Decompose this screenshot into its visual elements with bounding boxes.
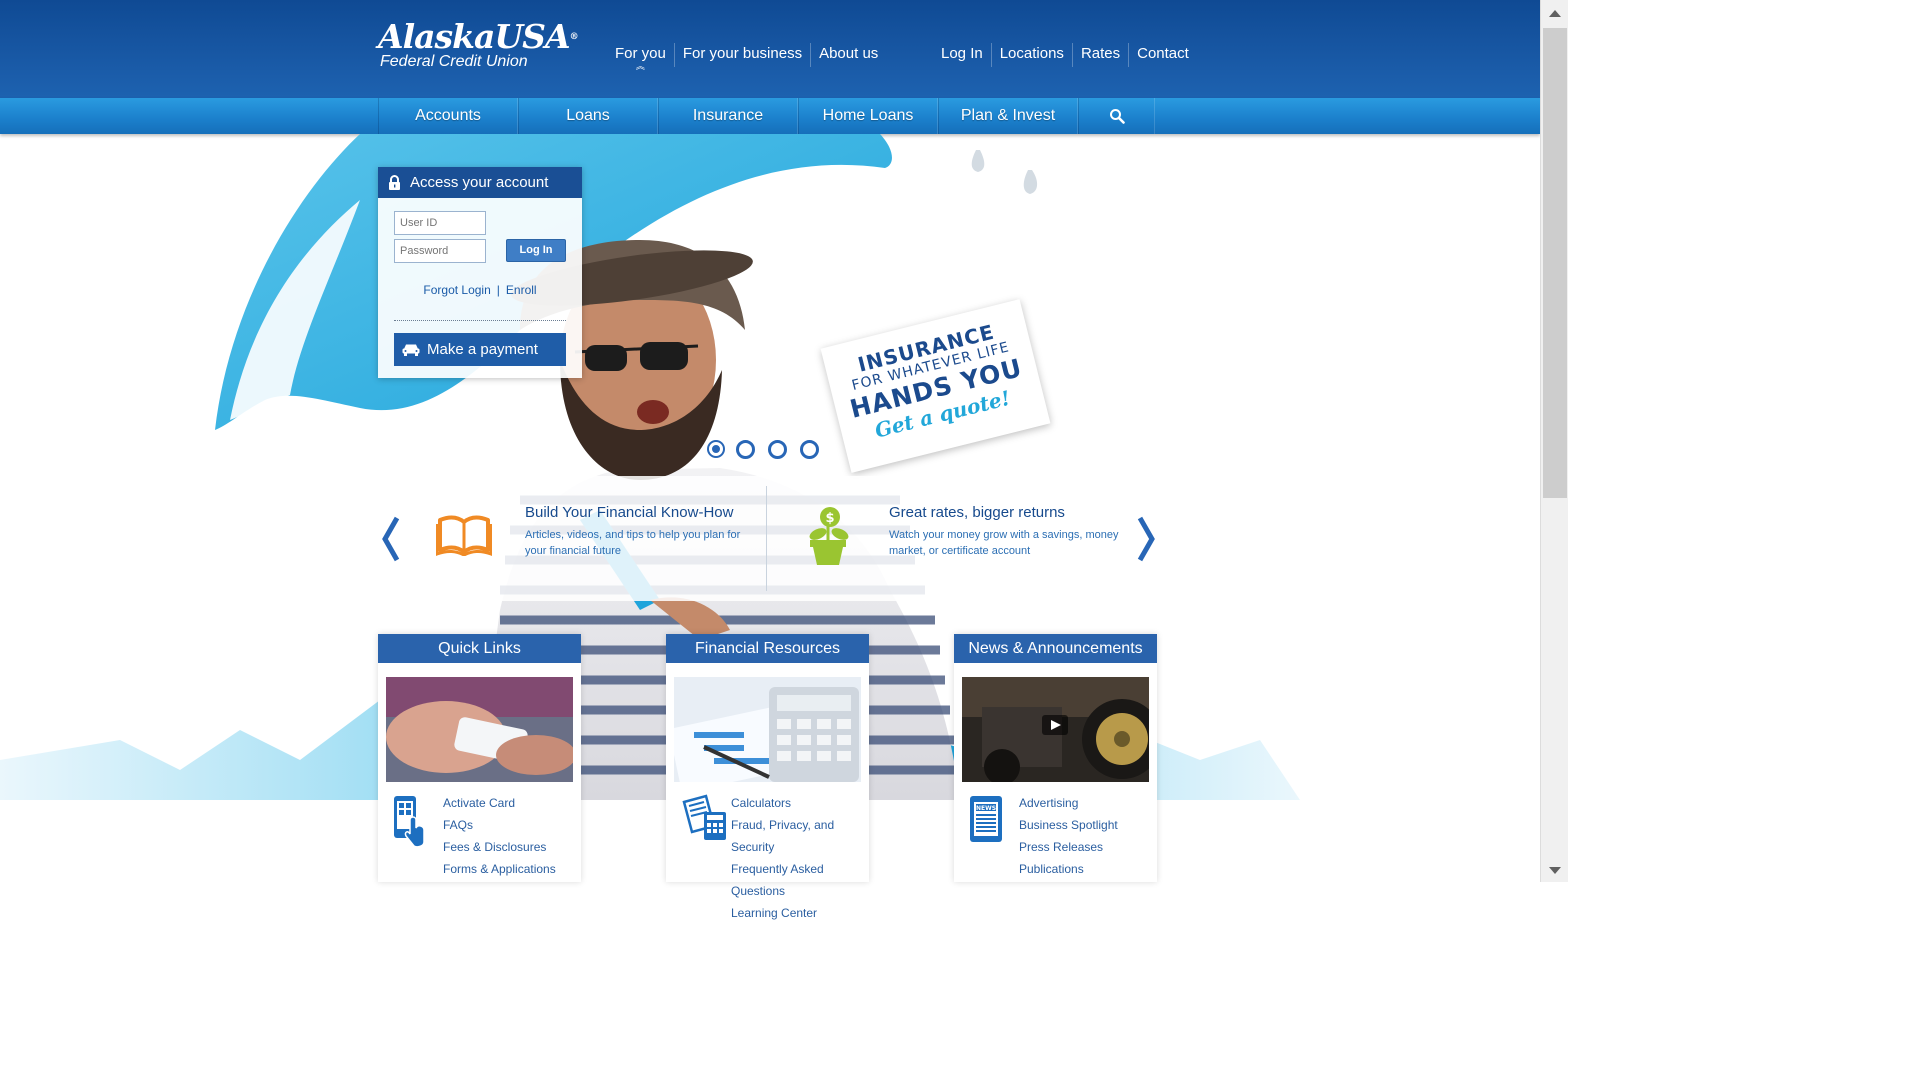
nav-for-your-business[interactable]: For your business — [673, 43, 810, 67]
main-nav-accounts[interactable]: Accounts — [378, 98, 518, 134]
financial-resources-title[interactable]: Financial Resources — [666, 634, 869, 663]
forgot-login-link[interactable]: Forgot Login — [423, 283, 490, 297]
financial-resources-card: Financial Resources Calculators Fraud, P… — [666, 634, 869, 920]
promo-right-desc: Watch your money grow with a savings, mo… — [889, 529, 1119, 557]
list-item[interactable]: Calculators — [731, 792, 869, 814]
list-item[interactable]: Advertising — [1019, 792, 1118, 814]
nav-rates[interactable]: Rates — [1071, 43, 1128, 67]
alaskausa-logo[interactable]: AlaskaUSA® Federal Credit Union — [378, 17, 579, 70]
promo-left-title[interactable]: Build Your Financial Know-How — [525, 504, 755, 521]
make-payment-label: Make a payment — [427, 341, 538, 358]
documents-calculator-icon — [682, 794, 726, 840]
phone-in-hands-image — [386, 677, 573, 782]
car-icon — [402, 344, 420, 356]
promo-divider — [766, 486, 767, 591]
active-indicator-icon: ︽ — [635, 61, 645, 71]
list-item[interactable]: Press Releases — [1019, 836, 1118, 858]
list-item[interactable]: Publications — [1019, 858, 1118, 880]
quick-links-card: Quick Links Activate Card FAQs Fees & Di… — [378, 634, 581, 882]
promo-left-desc: Articles, videos, and tips to help you p… — [525, 529, 741, 557]
main-nav-home-loans[interactable]: Home Loans — [798, 98, 938, 134]
search-button[interactable] — [1078, 98, 1155, 134]
svg-text:$: $ — [825, 511, 834, 526]
carousel-dots — [709, 440, 819, 459]
list-item[interactable]: Learning Center — [731, 902, 869, 924]
promo-right[interactable]: Great rates, bigger returns Watch your m… — [889, 504, 1119, 559]
login-divider — [394, 320, 566, 321]
link-separator: | — [496, 283, 500, 297]
site-header: AlaskaUSA® Federal Credit Union For you ︽… — [0, 0, 1540, 98]
login-submit-button[interactable]: Log In — [506, 239, 566, 262]
news-announcements-card: News & Announcements NEWS Advertising Bu… — [954, 634, 1157, 882]
list-item[interactable]: Fees & Disclosures — [443, 836, 556, 858]
search-icon — [1109, 109, 1125, 124]
money-plant-icon: $ — [809, 507, 849, 565]
list-item[interactable]: Business Spotlight — [1019, 814, 1118, 836]
scroll-down-arrow-icon[interactable] — [1548, 866, 1562, 876]
promo-right-title[interactable]: Great rates, bigger returns — [889, 504, 1119, 521]
login-header: Access your account — [378, 167, 582, 198]
nav-contact[interactable]: Contact — [1128, 43, 1197, 67]
calculator-charts-image — [674, 677, 861, 782]
book-icon — [436, 515, 492, 556]
carousel-dot-4[interactable] — [800, 440, 819, 459]
main-nav-insurance[interactable]: Insurance — [658, 98, 798, 134]
video-thumbnail[interactable] — [962, 677, 1149, 782]
nav-log-in[interactable]: Log In — [933, 43, 991, 67]
vertical-scrollbar[interactable] — [1540, 0, 1568, 882]
main-nav-plan-invest[interactable]: Plan & Invest — [938, 98, 1078, 134]
news-announcements-title[interactable]: News & Announcements — [954, 634, 1157, 663]
carousel-dot-1[interactable] — [709, 442, 723, 456]
carousel-dot-2[interactable] — [736, 440, 755, 459]
enroll-link[interactable]: Enroll — [506, 283, 537, 297]
audience-nav: For you ︽ For your business About us — [607, 43, 886, 71]
svg-text:NEWS: NEWS — [976, 805, 996, 812]
list-item[interactable]: FAQs — [443, 814, 556, 836]
quick-links-list: Activate Card FAQs Fees & Disclosures Fo… — [443, 792, 556, 880]
login-panel: Access your account Log In Forgot Login |… — [378, 167, 582, 378]
mobile-touch-icon — [394, 796, 425, 848]
utility-nav: Log In Locations Rates Contact — [933, 43, 1197, 67]
scrollbar-thumb[interactable] — [1543, 28, 1567, 498]
list-item[interactable]: Frequently Asked Questions — [731, 858, 869, 902]
nav-for-you[interactable]: For you ︽ — [607, 43, 674, 71]
financial-resources-list: Calculators Fraud, Privacy, and Security… — [731, 792, 869, 924]
main-nav: Accounts Loans Insurance Home Loans Plan… — [0, 98, 1540, 134]
nav-about-us[interactable]: About us — [810, 43, 886, 67]
login-links: Forgot Login | Enroll — [378, 283, 582, 297]
make-payment-button[interactable]: Make a payment — [394, 333, 566, 366]
main-nav-loans[interactable]: Loans — [518, 98, 658, 134]
chevron-right-icon[interactable] — [1136, 516, 1156, 562]
quick-links-title[interactable]: Quick Links — [378, 634, 581, 663]
chevron-left-icon[interactable] — [381, 516, 401, 562]
logo-subtitle: Federal Credit Union — [380, 53, 528, 70]
news-list: Advertising Business Spotlight Press Rel… — [1019, 792, 1118, 880]
news-icon: NEWS — [970, 796, 1002, 842]
list-item[interactable]: Activate Card — [443, 792, 556, 814]
lock-icon — [389, 175, 400, 190]
promo-strip: Build Your Financial Know-How Articles, … — [378, 476, 1156, 601]
promo-left[interactable]: Build Your Financial Know-How Articles, … — [525, 504, 755, 559]
password-input[interactable] — [394, 239, 486, 263]
list-item[interactable]: Forms & Applications — [443, 858, 556, 880]
carousel-dot-3[interactable] — [768, 440, 787, 459]
login-title: Access your account — [410, 174, 549, 191]
scroll-up-arrow-icon[interactable] — [1548, 8, 1562, 18]
list-item[interactable]: Fraud, Privacy, and Security — [731, 814, 869, 858]
logo-wordmark: AlaskaUSA® — [378, 17, 579, 56]
user-id-input[interactable] — [394, 211, 486, 235]
nav-locations[interactable]: Locations — [990, 43, 1072, 67]
